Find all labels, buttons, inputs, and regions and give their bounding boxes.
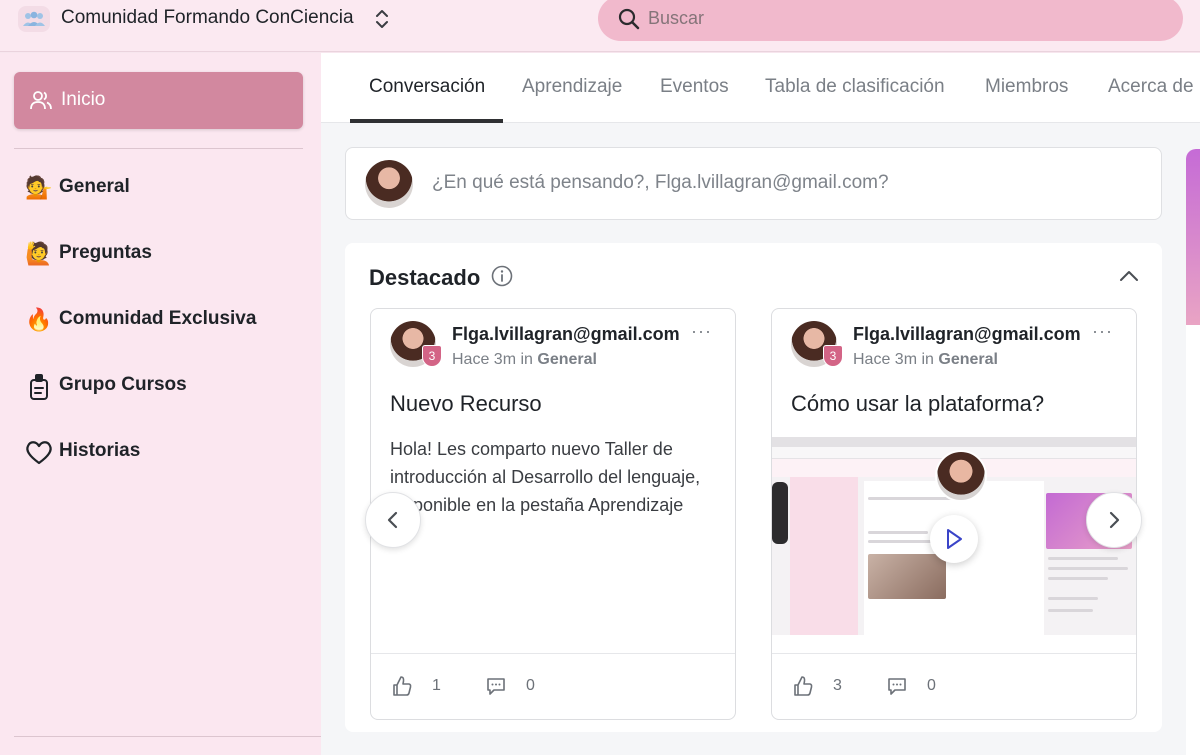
video-screenshot-line	[1048, 567, 1128, 570]
post-time: Hace 3m	[452, 351, 517, 368]
featured-post-card[interactable]: 3 Flga.lvillagran@gmail.com V ··· Hace 3…	[370, 308, 736, 720]
video-screenshot-browser-bar	[772, 437, 1136, 447]
sidebar-divider	[14, 736, 321, 737]
post-space[interactable]: General	[938, 351, 998, 368]
community-name[interactable]: Comunidad Formando ConCiencia	[61, 7, 354, 29]
more-options-icon[interactable]: ···	[1092, 321, 1113, 342]
person-tipping-hand-icon: 💁	[25, 175, 53, 200]
video-screenshot-line	[868, 531, 928, 534]
community-logo[interactable]	[18, 6, 50, 32]
post-meta: Hace 3m in General	[452, 351, 597, 369]
sidebar-divider	[14, 148, 303, 149]
post-title[interactable]: Cómo usar la plataforma?	[791, 391, 1044, 417]
community-cover-image	[1186, 149, 1200, 325]
post-in: in	[921, 351, 934, 368]
level-badge: 3	[422, 345, 442, 367]
post-title[interactable]: Nuevo Recurso	[390, 391, 542, 417]
thumbs-up-icon[interactable]	[792, 675, 814, 697]
chevron-right-icon	[1109, 511, 1120, 529]
sidebar-item-label: Grupo Cursos	[59, 374, 187, 395]
tab-aprendizaje[interactable]: Aprendizaje	[522, 76, 622, 98]
clipboard-lock-icon	[30, 374, 48, 400]
video-screenshot-line	[868, 497, 958, 500]
video-screenshot-dock	[772, 482, 788, 544]
featured-title: Destacado	[369, 265, 481, 290]
top-bar: Comunidad Formando ConCiencia	[0, 0, 1200, 52]
sidebar-item-historias[interactable]: Historias	[24, 433, 314, 469]
video-screenshot-line	[1048, 557, 1118, 560]
video-presenter-bubble	[935, 450, 987, 502]
sidebar-item-label: Inicio	[61, 89, 106, 110]
heart-icon	[26, 441, 52, 465]
sidebar-item-label: Preguntas	[59, 242, 152, 263]
search-icon	[618, 8, 640, 30]
comment-count: 0	[526, 677, 535, 694]
like-count: 3	[833, 677, 842, 694]
search-bar[interactable]	[598, 0, 1183, 41]
active-tab-indicator	[350, 119, 503, 123]
more-options-icon[interactable]: ···	[691, 321, 712, 342]
tab-tabla-de-clasificacion[interactable]: Tabla de clasificación	[765, 76, 945, 98]
comment-icon[interactable]	[886, 675, 908, 697]
post-composer[interactable]: ¿En qué está pensando?, Flga.lvillagran@…	[345, 147, 1162, 220]
sidebar: Inicio 💁 General 🙋 Preguntas 🔥 Comunidad…	[0, 53, 321, 755]
community-info-panel	[1186, 149, 1200, 755]
sidebar-item-general[interactable]: 💁 General	[24, 169, 314, 205]
video-screenshot-line	[1048, 597, 1098, 600]
tab-acerca-de[interactable]: Acerca de	[1108, 76, 1194, 98]
sidebar-item-label: General	[59, 176, 130, 197]
featured-post-card[interactable]: 3 Flga.lvillagran@gmail.com V ··· Hace 3…	[771, 308, 1137, 720]
people-group-icon	[23, 11, 45, 26]
video-screenshot-line	[1048, 609, 1093, 612]
tab-eventos[interactable]: Eventos	[660, 76, 729, 98]
post-author[interactable]: Flga.lvillagran@gmail.com V	[452, 324, 684, 345]
sidebar-item-label: Historias	[59, 440, 141, 461]
main-content: Conversación Aprendizaje Eventos Tabla d…	[321, 53, 1200, 755]
users-icon	[30, 91, 52, 110]
like-count: 1	[432, 677, 441, 694]
play-button[interactable]	[930, 515, 978, 563]
card-divider	[371, 653, 735, 654]
chevron-up-icon[interactable]	[1119, 269, 1139, 283]
carousel-prev-button[interactable]	[365, 492, 421, 548]
info-icon[interactable]	[491, 265, 513, 287]
chevron-up-down-icon[interactable]	[372, 6, 392, 32]
level-badge: 3	[823, 345, 843, 367]
post-author[interactable]: Flga.lvillagran@gmail.com V	[853, 324, 1085, 345]
card-divider	[772, 653, 1136, 654]
comment-icon[interactable]	[485, 675, 507, 697]
video-screenshot-line	[868, 540, 938, 543]
composer-prompt[interactable]: ¿En qué está pensando?, Flga.lvillagran@…	[432, 172, 889, 194]
video-screenshot-line	[1048, 577, 1108, 580]
post-body: Hola! Les comparto nuevo Taller de intro…	[390, 439, 701, 515]
sidebar-item-grupo-cursos[interactable]: Grupo Cursos	[24, 367, 314, 403]
tab-conversacion[interactable]: Conversación	[369, 76, 485, 98]
video-preview[interactable]	[772, 437, 1136, 635]
carousel-next-button[interactable]	[1086, 492, 1142, 548]
post-time: Hace 3m	[853, 351, 918, 368]
play-icon	[947, 529, 962, 549]
sidebar-item-comunidad-exclusiva[interactable]: 🔥 Comunidad Exclusiva	[24, 301, 314, 337]
video-screenshot-sidebar	[790, 477, 858, 635]
sidebar-item-label: Comunidad Exclusiva	[59, 308, 257, 329]
thumbs-up-icon[interactable]	[391, 675, 413, 697]
fire-lock-icon: 🔥	[25, 307, 53, 332]
post-meta: Hace 3m in General	[853, 351, 998, 369]
tab-bar: Conversación Aprendizaje Eventos Tabla d…	[321, 53, 1200, 123]
featured-section: Destacado 3 Flga.lvillagran@gmail.com V …	[345, 243, 1162, 732]
search-input[interactable]	[648, 4, 1148, 32]
post-space[interactable]: General	[537, 351, 597, 368]
post-in: in	[520, 351, 533, 368]
person-raising-hand-icon: 🙋	[25, 241, 53, 266]
tab-miembros[interactable]: Miembros	[985, 76, 1068, 98]
comment-count: 0	[927, 677, 936, 694]
sidebar-item-inicio[interactable]: Inicio	[14, 72, 303, 129]
video-screenshot-thumbnail	[868, 554, 946, 599]
sidebar-item-preguntas[interactable]: 🙋 Preguntas	[24, 235, 314, 271]
chevron-left-icon	[387, 511, 398, 529]
avatar	[365, 160, 413, 208]
